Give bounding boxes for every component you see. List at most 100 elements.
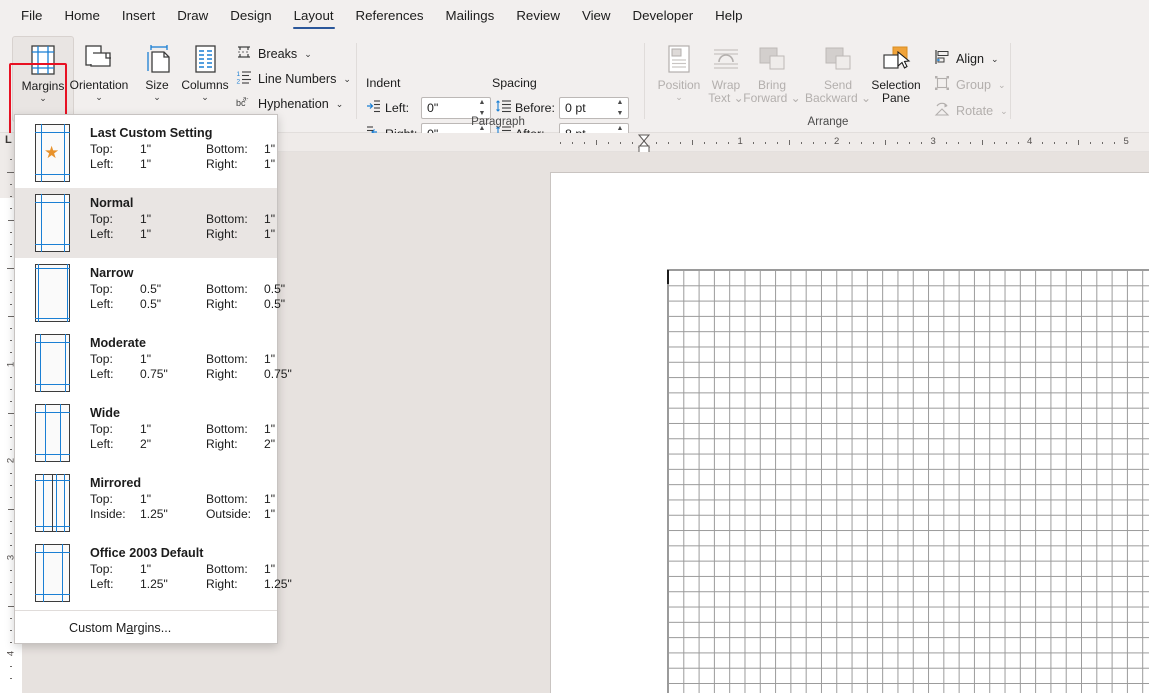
margins-menu-item[interactable]: Narrow Top: 0.5" Bottom: 0.5" Left: 0.5" Right:… bbox=[15, 258, 285, 328]
tab-draw[interactable]: Draw bbox=[166, 2, 219, 31]
ruler-tick bbox=[10, 666, 12, 668]
left-value: 1.25" bbox=[140, 577, 168, 591]
tab-design[interactable]: Design bbox=[219, 2, 282, 31]
left-label: Left: bbox=[90, 157, 114, 171]
bottom-value: 1" bbox=[264, 352, 276, 366]
line-numbers-icon: 1 2 bbox=[236, 69, 252, 90]
margins-item-left-right: Left: 1" Right: 1" bbox=[90, 227, 275, 242]
ruler-tick bbox=[10, 243, 12, 245]
left-label: Left: bbox=[90, 227, 114, 241]
hyphenation-button[interactable]: bc a- Hyphenation ⌄ bbox=[232, 92, 347, 116]
send-backward-label: Send Backward ⌄ bbox=[804, 78, 872, 105]
top-label: Top: bbox=[90, 212, 113, 226]
chevron-down-icon: ⌄ bbox=[335, 98, 344, 109]
bottom-value: 1" bbox=[264, 562, 276, 576]
margins-item-left-right: Left: 0.75" Right: 0.75" bbox=[90, 367, 292, 382]
ruler-tick bbox=[1114, 142, 1116, 144]
ruler-tick bbox=[1005, 142, 1007, 144]
top-label: Top: bbox=[90, 492, 113, 506]
ruler-tick bbox=[728, 142, 730, 144]
tab-mailings[interactable]: Mailings bbox=[435, 2, 506, 31]
align-label: Align bbox=[956, 52, 985, 66]
ruler-tick bbox=[10, 304, 12, 306]
margins-label: Margins bbox=[21, 79, 65, 93]
ruler-tick bbox=[704, 142, 706, 144]
tab-view[interactable]: View bbox=[571, 2, 622, 31]
ruler-tick bbox=[10, 521, 12, 523]
top-value: 1" bbox=[140, 492, 152, 506]
tab-file[interactable]: File bbox=[10, 2, 53, 31]
margins-button[interactable]: Margins ⌄ bbox=[12, 36, 74, 122]
spacing-before-stepper[interactable]: ▲ ▼ bbox=[615, 99, 625, 117]
margins-menu-item[interactable]: Moderate Top: 1" Bottom: 1" Left: 0.75" Right: 0… bbox=[15, 328, 292, 398]
margins-item-left-right: Left: 1.25" Right: 1.25" bbox=[90, 577, 292, 592]
bring-forward-button[interactable]: Bring Forward ⌄ bbox=[738, 36, 806, 122]
word-window: File Home Insert Draw Design Layout Refe… bbox=[0, 0, 1149, 693]
chevron-down-icon: ⌄ bbox=[675, 92, 683, 102]
ruler-number: 1 bbox=[737, 136, 743, 147]
ruler-tick bbox=[909, 142, 911, 144]
tab-review[interactable]: Review bbox=[505, 2, 571, 31]
ruler-tick bbox=[1054, 142, 1056, 144]
ruler-tick bbox=[1078, 140, 1080, 145]
align-button[interactable]: Align ⌄ bbox=[930, 47, 1003, 71]
tab-label: File bbox=[21, 8, 43, 23]
margins-item-top-bottom: Top: 1" Bottom: 1" bbox=[90, 352, 275, 367]
send-backward-button[interactable]: Send Backward ⌄ bbox=[802, 36, 874, 122]
tab-references[interactable]: References bbox=[345, 2, 435, 31]
chevron-down-icon: ⌄ bbox=[201, 92, 209, 102]
bottom-label: Bottom: bbox=[206, 212, 248, 226]
margins-menu-item[interactable]: Mirrored Top: 1" Bottom: 1" Inside: 1.25" Outsi… bbox=[15, 468, 277, 538]
breaks-button[interactable]: Breaks ⌄ bbox=[232, 42, 316, 66]
chevron-down-icon: ⌄ bbox=[998, 79, 1006, 90]
top-value: 1" bbox=[140, 352, 152, 366]
bottom-label: Bottom: bbox=[206, 352, 248, 366]
tab-developer[interactable]: Developer bbox=[622, 2, 705, 31]
ruler-tick bbox=[969, 142, 971, 144]
spacing-section-label: Spacing bbox=[492, 76, 537, 90]
margins-menu-item[interactable]: ★ Last Custom Setting Top: 1" Bottom: 1" Left:… bbox=[15, 118, 277, 188]
ruler-tick bbox=[945, 142, 947, 144]
ruler-tick bbox=[921, 142, 923, 144]
ruler-tick bbox=[10, 533, 12, 535]
ruler-tick bbox=[10, 436, 12, 438]
ruler-tick bbox=[957, 142, 959, 144]
margin-preview-icon bbox=[27, 404, 78, 462]
left-value: 0.5" bbox=[140, 297, 162, 311]
orientation-button[interactable]: Orientation ⌄ bbox=[68, 36, 130, 122]
orientation-icon bbox=[83, 42, 115, 76]
selection-pane-button[interactable]: Selection Pane bbox=[868, 36, 924, 122]
columns-button[interactable]: Columns ⌄ bbox=[174, 36, 236, 122]
margins-dropdown-menu[interactable]: ★ Last Custom Setting Top: 1" Bottom: 1" Left:… bbox=[14, 114, 292, 644]
chevron-down-icon: ⌄ bbox=[39, 93, 47, 103]
custom-margins-label-pre: Custom M bbox=[69, 621, 127, 635]
margins-menu-item[interactable]: Wide Top: 1" Bottom: 1" Left: 2" Right: 2" bbox=[15, 398, 277, 468]
tab-help[interactable]: Help bbox=[704, 2, 753, 31]
tab-home[interactable]: Home bbox=[53, 2, 110, 31]
ruler-tick bbox=[680, 142, 682, 144]
group-button[interactable]: Group ⌄ bbox=[930, 73, 1010, 97]
ruler-tick bbox=[10, 280, 12, 282]
document-table-grid[interactable] bbox=[667, 269, 1149, 693]
ruler-number: 3 bbox=[930, 136, 936, 147]
line-numbers-button[interactable]: 1 2 Line Numbers ⌄ bbox=[232, 67, 355, 91]
margins-menu-item[interactable]: Office 2003 Default Top: 1" Bottom: 1" Left: 1… bbox=[15, 538, 292, 608]
document-page[interactable] bbox=[550, 172, 1149, 693]
tab-insert[interactable]: Insert bbox=[111, 2, 166, 31]
tab-layout[interactable]: Layout bbox=[283, 2, 345, 31]
left-value: 2" bbox=[140, 437, 152, 451]
margins-item-left-right: Left: 2" Right: 2" bbox=[90, 437, 275, 452]
margins-item-top-bottom: Top: 1" Bottom: 1" bbox=[90, 212, 275, 227]
indent-left-stepper[interactable]: ▲ ▼ bbox=[477, 99, 487, 117]
ruler-tick bbox=[10, 376, 12, 378]
margins-menu-item[interactable]: Normal Top: 1" Bottom: 1" Left: 1" Right: 1" bbox=[15, 188, 277, 258]
bottom-value: 0.5" bbox=[264, 282, 286, 296]
tab-stop-selector[interactable]: L bbox=[5, 134, 12, 146]
top-value: 1" bbox=[140, 422, 152, 436]
ruler-tick bbox=[873, 142, 875, 144]
tab-label: View bbox=[581, 8, 611, 23]
page-size-icon bbox=[142, 42, 172, 76]
margins-item-title: Office 2003 Default bbox=[90, 546, 204, 560]
custom-margins-item[interactable]: Custom Ma rgins... bbox=[15, 613, 277, 643]
ruler-tick bbox=[1066, 142, 1068, 144]
